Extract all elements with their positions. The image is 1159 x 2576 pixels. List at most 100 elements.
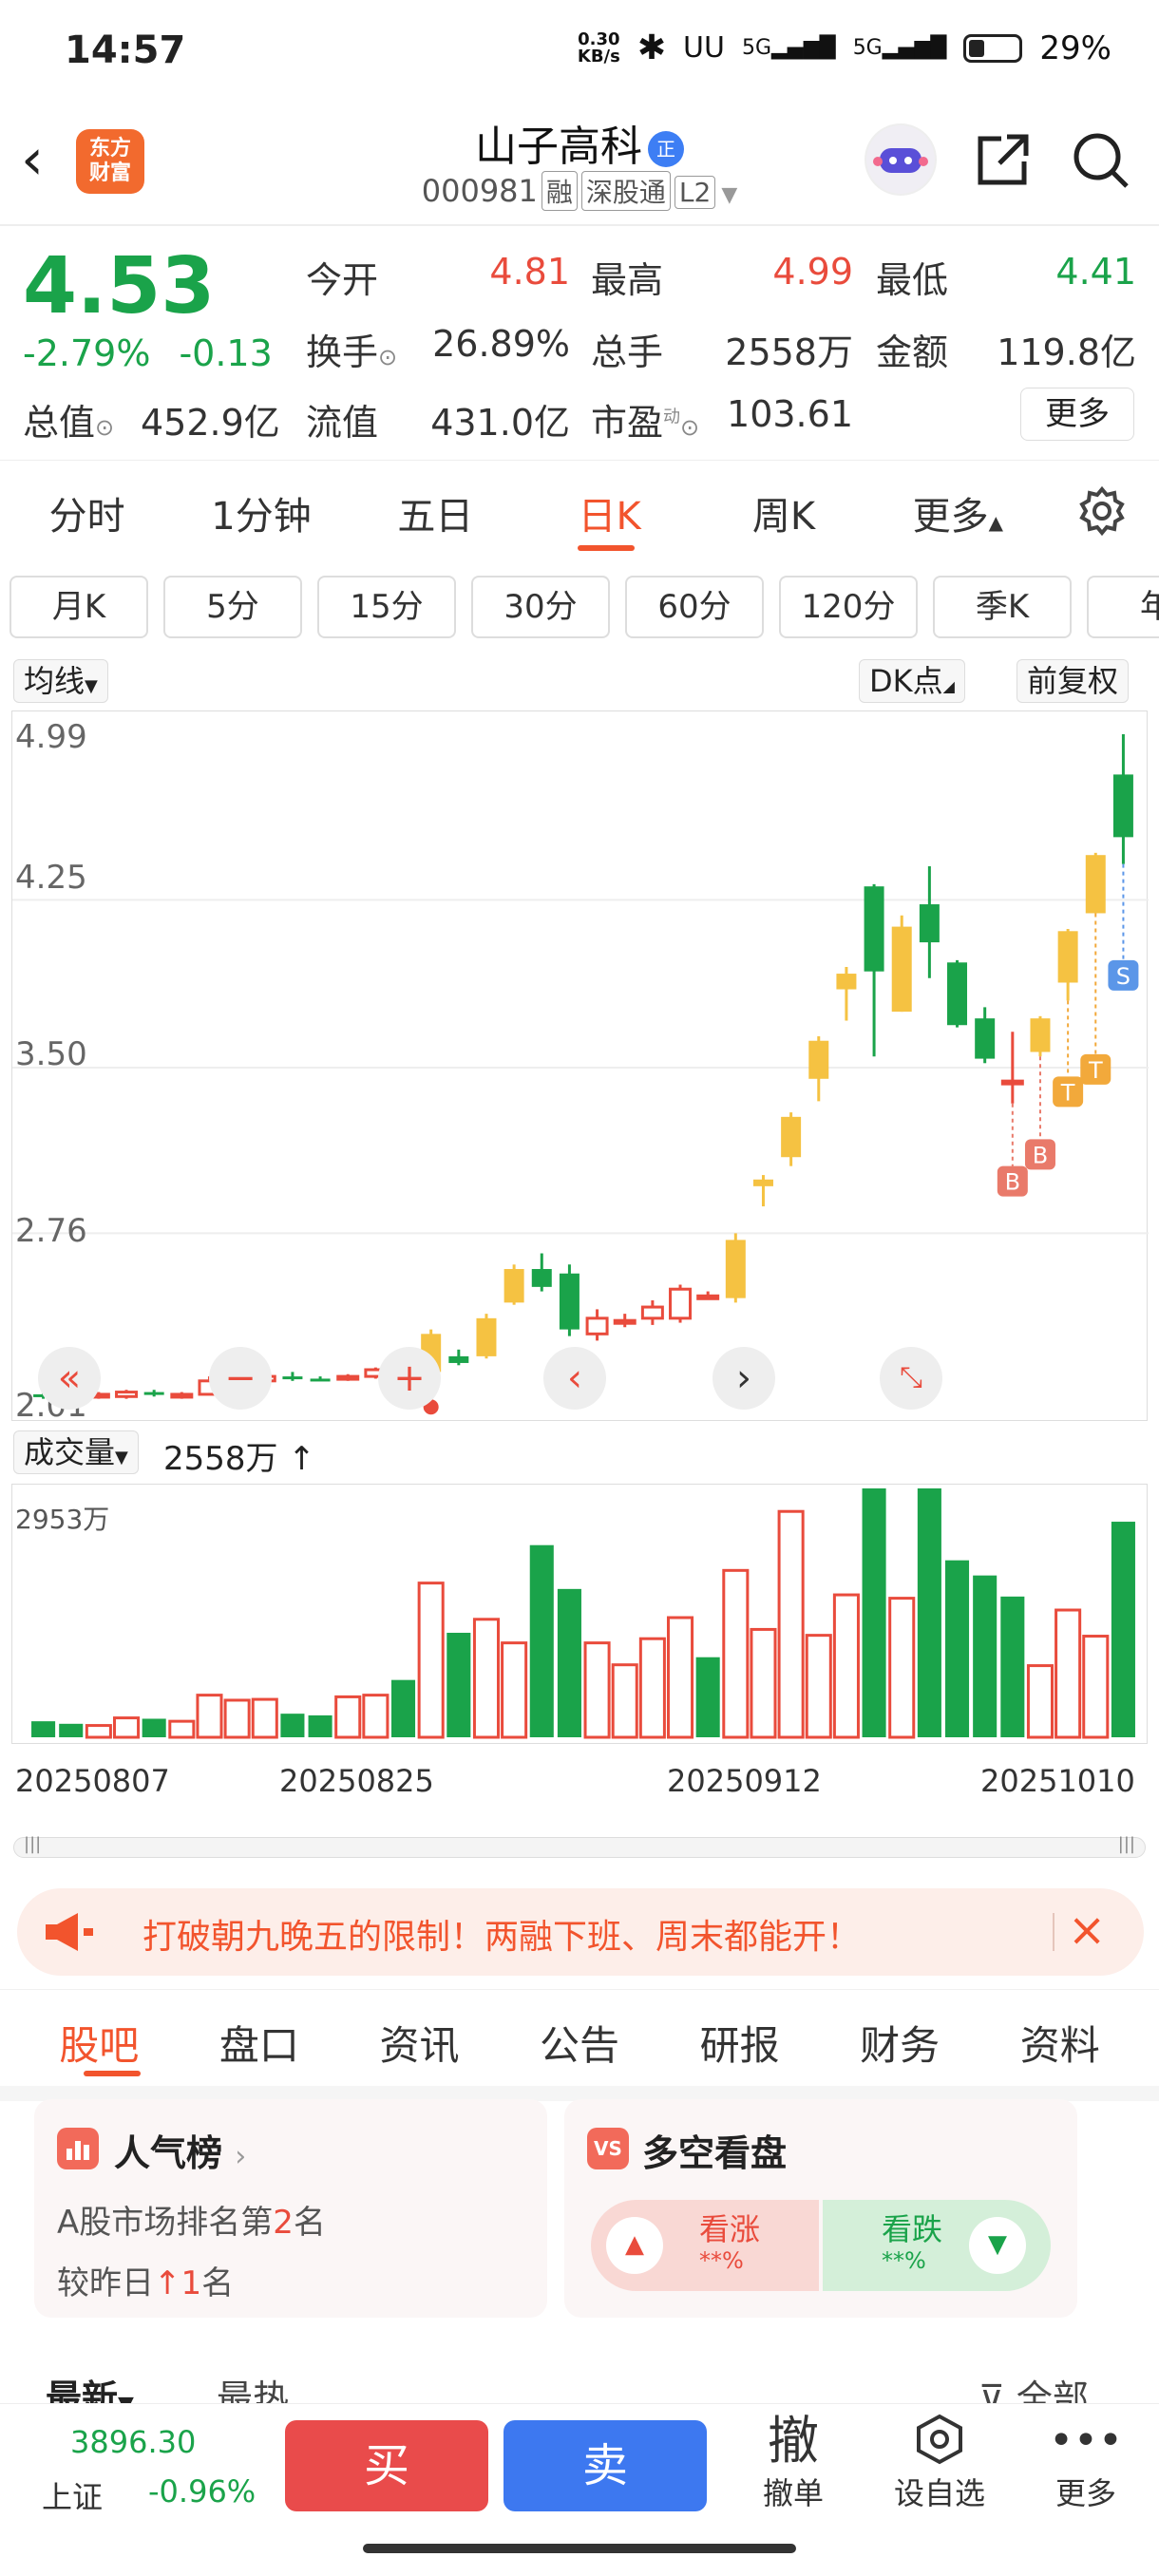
adjust-button[interactable]: 前复权 — [1016, 659, 1130, 703]
volume-dropdown[interactable]: 成交量▼ — [13, 1430, 139, 1474]
candle-body — [669, 1287, 693, 1320]
candle-body — [640, 1305, 664, 1320]
tab-announcements[interactable]: 公告 — [500, 2014, 660, 2072]
tab-1min[interactable]: 1分钟 — [174, 485, 348, 540]
date-label-2: 20250825 — [279, 1763, 434, 1799]
candle-body — [975, 1018, 996, 1059]
candle-body — [559, 1273, 580, 1330]
candle-body — [504, 1269, 524, 1303]
volume-bar — [1082, 1635, 1110, 1739]
chip-60min[interactable]: 60分 — [625, 576, 764, 638]
open-label: 今开 — [306, 259, 379, 301]
candle — [504, 1264, 524, 1305]
chip-120min[interactable]: 120分 — [779, 576, 918, 638]
signal-label: T — [1060, 1079, 1075, 1106]
scroll-right-icon[interactable]: › — [712, 1347, 775, 1410]
chart-scrollbar[interactable]: ||| ||| — [13, 1834, 1146, 1858]
y-tick-top: 4.99 — [15, 718, 87, 756]
volume-bar — [501, 1641, 528, 1739]
volume-bar — [280, 1714, 305, 1737]
home-indicator — [363, 2544, 796, 2553]
tab-finance[interactable]: 财务 — [820, 2014, 980, 2072]
candle — [310, 1376, 331, 1382]
more-button[interactable]: ••• 更多 — [1034, 2413, 1138, 2513]
close-icon[interactable]: × — [1068, 1904, 1106, 1957]
scroll-handle-left[interactable]: ||| — [24, 1834, 41, 1854]
tab-weekly-k[interactable]: 周K — [696, 485, 870, 540]
cancel-order-button[interactable]: 撤撤单 — [741, 2413, 846, 2513]
kline-chart[interactable]: BB TT S — [11, 710, 1149, 1421]
jump-start-icon[interactable]: « — [38, 1347, 101, 1410]
chip-15min[interactable]: 15分 — [317, 576, 456, 638]
index-value[interactable]: 3896.30 — [70, 2424, 196, 2460]
chip-5min[interactable]: 5分 — [163, 576, 302, 638]
signal-label: B — [1033, 1142, 1048, 1168]
chip-30min[interactable]: 30分 — [471, 576, 610, 638]
candle — [781, 1112, 802, 1166]
kline-svg: BB TT S — [12, 734, 1149, 1415]
price-change: -2.79% -0.13 — [23, 332, 273, 374]
candle-body — [336, 1374, 360, 1381]
volume-bar — [529, 1544, 554, 1737]
settings-gear-icon[interactable] — [1045, 484, 1159, 541]
popularity-title[interactable]: 人气榜 › — [114, 2124, 246, 2176]
more-quote-button[interactable]: 更多 — [1020, 388, 1134, 441]
search-icon[interactable] — [1068, 127, 1134, 194]
tab-research[interactable]: 研报 — [659, 2014, 820, 2072]
dk-point-button[interactable]: DK点◢ — [859, 659, 965, 703]
volume-bar — [695, 1657, 720, 1737]
tab-daily-k[interactable]: 日K — [522, 485, 696, 540]
megaphone-icon — [42, 1909, 95, 1959]
volume-value: 2558万 — [725, 331, 853, 373]
tab-intraday[interactable]: 分时 — [0, 485, 174, 540]
candle — [1112, 734, 1133, 864]
chip-quarterly-k[interactable]: 季K — [933, 576, 1072, 638]
share-icon[interactable] — [969, 127, 1036, 194]
add-watchlist-button[interactable]: 设自选 — [887, 2413, 992, 2513]
chip-yearly-k[interactable]: 年 — [1087, 576, 1159, 638]
status-icons: 0.30 KB/s ✱ ᑌᑌ 5G▂▄▆█ 5G▂▄▆█ 29% — [578, 28, 1112, 67]
sell-button[interactable]: 卖 — [504, 2420, 707, 2511]
stock-code: 000981 — [421, 173, 538, 209]
volume-bar — [417, 1582, 445, 1739]
tab-more[interactable]: 更多▲ — [871, 485, 1045, 540]
candle — [476, 1314, 497, 1359]
chip-monthly-k[interactable]: 月K — [10, 576, 148, 638]
tab-orderbook[interactable]: 盘口 — [180, 2014, 340, 2072]
zoom-in-icon[interactable]: + — [378, 1347, 441, 1410]
candle — [1057, 928, 1078, 1001]
network-speed: 0.30 KB/s — [577, 28, 620, 66]
candle — [585, 1309, 609, 1341]
buy-button[interactable]: 买 — [285, 2420, 488, 2511]
scroll-left-icon[interactable]: ‹ — [543, 1347, 606, 1410]
candle-body — [808, 1040, 829, 1079]
candle-body — [919, 904, 940, 943]
volume-bar — [1026, 1664, 1054, 1739]
amount-value: 119.8亿 — [997, 331, 1136, 373]
tab-profile[interactable]: 资料 — [979, 2014, 1140, 2072]
candle-body — [115, 1391, 139, 1398]
high-value: 4.99 — [772, 251, 853, 293]
ma-dropdown[interactable]: 均线▼ — [13, 659, 108, 703]
bear-pct: **% — [882, 2247, 926, 2274]
active-tab-indicator — [578, 545, 635, 551]
tab-5day[interactable]: 五日 — [349, 485, 522, 540]
volume-bar — [85, 1724, 112, 1739]
scroll-handle-right[interactable]: ||| — [1118, 1834, 1135, 1854]
popularity-rank: A股市场排名第2名 — [57, 2204, 326, 2242]
candle — [975, 1007, 996, 1064]
fullscreen-icon[interactable]: ⤡ — [880, 1347, 942, 1410]
assistant-avatar-icon[interactable] — [864, 123, 937, 196]
mktcap-value: 452.9亿 — [141, 402, 280, 444]
volume-label: 总手 — [591, 331, 664, 373]
earbuds-icon: ᑌᑌ — [683, 31, 725, 65]
y-tick-2: 4.25 — [15, 859, 87, 897]
y-tick-4: 2.76 — [15, 1212, 87, 1250]
volume-bar — [1111, 1522, 1135, 1737]
zoom-out-icon[interactable]: − — [209, 1347, 272, 1410]
battery-level: 29% — [1039, 28, 1112, 67]
float-label: 流值 — [306, 402, 379, 444]
tab-news[interactable]: 资讯 — [339, 2014, 500, 2072]
volume-chart[interactable] — [11, 1484, 1148, 1744]
tab-forum[interactable]: 股吧 — [19, 2014, 180, 2072]
